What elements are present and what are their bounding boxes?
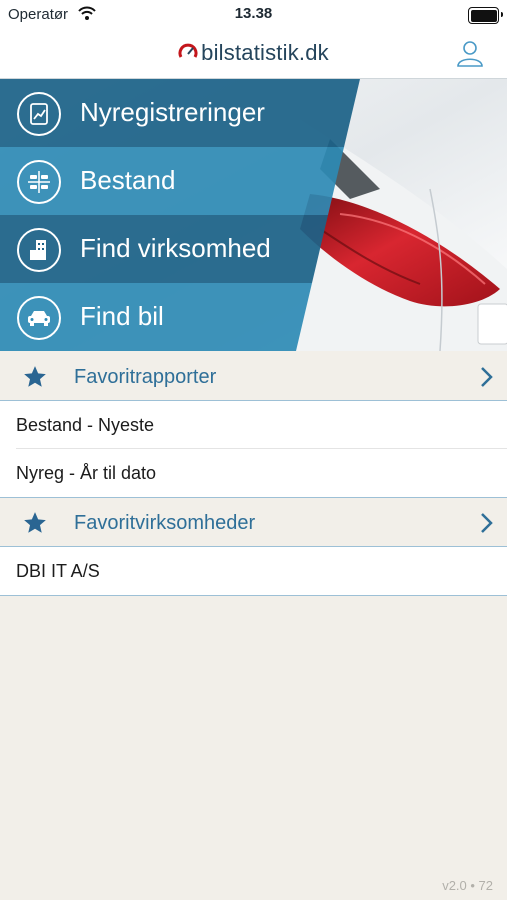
section-title: Favoritrapporter (74, 366, 217, 388)
menu-label: Bestand (80, 165, 176, 195)
building-icon (17, 228, 61, 272)
cars-grid-icon (17, 160, 61, 204)
chevron-right-icon (479, 366, 493, 393)
menu-item-bestand[interactable]: Bestand (0, 147, 360, 215)
version-label: v2.0 • 72 (442, 878, 493, 893)
star-icon (22, 510, 48, 541)
status-bar: Operatør 13.38 (0, 0, 507, 30)
clock-time: 13.38 (234, 5, 273, 22)
menu-item-nyregistreringer[interactable]: Nyregistreringer (0, 79, 360, 147)
menu-label: Nyregistreringer (80, 97, 265, 127)
speedometer-icon (178, 43, 198, 69)
chevron-right-icon (479, 512, 493, 539)
favorite-companies-header[interactable]: Favoritvirksomheder (0, 498, 507, 547)
menu-label: Find virksomhed (80, 233, 271, 263)
user-profile-button[interactable] (455, 38, 485, 68)
favorite-reports-header[interactable]: Favoritrapporter (0, 352, 507, 401)
hero-menu: Nyregistreringer Bestand Find virksomhed… (0, 79, 507, 351)
favorite-report-row[interactable]: Nyreg - År til dato (0, 449, 507, 498)
app-logo: bilstatistik.dk (0, 40, 507, 69)
car-icon (17, 296, 61, 340)
favorite-report-label: Nyreg - År til dato (16, 463, 157, 483)
user-icon (457, 41, 483, 67)
nav-bar: bilstatistik.dk (0, 30, 507, 79)
app-title: bilstatistik.dk (201, 40, 329, 65)
report-chart-icon (17, 92, 61, 136)
favorite-company-label: DBI IT A/S (16, 561, 100, 581)
section-title: Favoritvirksomheder (74, 512, 256, 534)
favorite-report-row[interactable]: Bestand - Nyeste (0, 401, 507, 449)
battery-icon (468, 7, 503, 24)
menu-item-find-virksomhed[interactable]: Find virksomhed (0, 215, 360, 283)
menu-label: Find bil (80, 301, 164, 331)
favorite-report-label: Bestand - Nyeste (16, 415, 155, 435)
star-icon (22, 364, 48, 395)
favorite-company-row[interactable]: DBI IT A/S (0, 547, 507, 596)
